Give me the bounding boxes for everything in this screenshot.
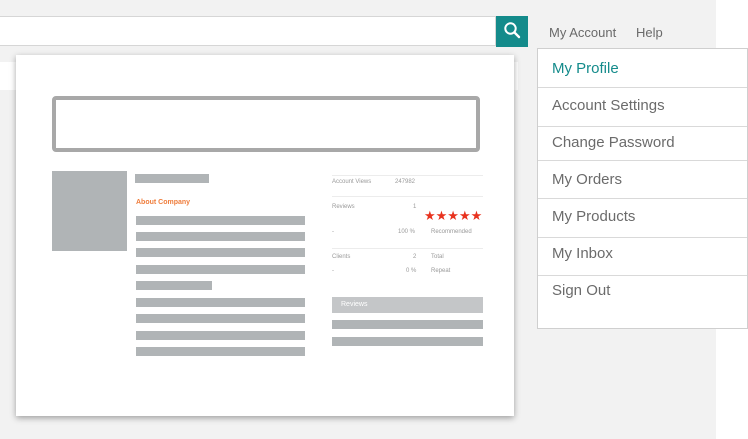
total-label: Total <box>431 254 444 260</box>
stats-divider <box>332 248 483 249</box>
repeat-percent: 0 % <box>406 268 417 274</box>
account-views-value: 247982 <box>395 179 416 185</box>
menu-item-account-settings[interactable]: Account Settings <box>538 87 747 124</box>
menu-item-change-password[interactable]: Change Password <box>538 124 747 161</box>
recommended-label: Recommended <box>431 229 472 235</box>
search-icon <box>503 21 521 42</box>
company-logo-placeholder <box>52 171 127 251</box>
stats-divider <box>332 196 483 197</box>
text-line-placeholder <box>136 331 305 340</box>
text-line-placeholder <box>136 265 305 274</box>
text-line-placeholder <box>136 232 305 241</box>
text-line-placeholder <box>136 314 305 323</box>
menu-item-my-orders[interactable]: My Orders <box>538 161 747 198</box>
account-views-label: Account Views <box>332 179 372 185</box>
rating-stars: ★★★★★ <box>424 208 483 223</box>
text-line-placeholder <box>136 248 305 257</box>
repeat-dash: - <box>332 268 334 274</box>
profile-preview-card: About Company Account Views 247982 Revie… <box>16 55 514 416</box>
account-dropdown-menu: My Profile Account Settings Change Passw… <box>537 48 748 329</box>
text-line-placeholder <box>136 216 305 225</box>
reviews-section-header: Reviews <box>332 297 483 313</box>
review-line-placeholder <box>332 337 483 346</box>
recommended-dash: - <box>332 229 334 235</box>
search-input[interactable] <box>0 16 496 46</box>
review-line-placeholder <box>332 320 483 329</box>
nav-my-account[interactable]: My Account <box>549 25 616 40</box>
recommended-percent: 100 % <box>398 229 416 235</box>
text-line-placeholder <box>136 298 305 307</box>
clients-label: Clients <box>332 254 351 260</box>
company-name-placeholder <box>135 174 209 183</box>
banner-placeholder <box>52 96 480 152</box>
search-button[interactable] <box>496 16 528 47</box>
reviews-label: Reviews <box>332 204 355 210</box>
about-company-label: About Company <box>136 199 191 206</box>
nav-help[interactable]: Help <box>636 25 663 40</box>
menu-item-sign-out[interactable]: Sign Out <box>538 272 747 309</box>
reviews-value: 1 <box>413 204 417 210</box>
menu-item-my-inbox[interactable]: My Inbox <box>538 235 747 272</box>
menu-item-my-profile[interactable]: My Profile <box>538 50 747 87</box>
text-line-placeholder <box>136 347 305 356</box>
menu-item-my-products[interactable]: My Products <box>538 198 747 235</box>
text-line-placeholder <box>136 281 212 290</box>
clients-value: 2 <box>413 254 417 260</box>
repeat-label: Repeat <box>431 268 451 274</box>
stats-divider <box>332 175 483 176</box>
